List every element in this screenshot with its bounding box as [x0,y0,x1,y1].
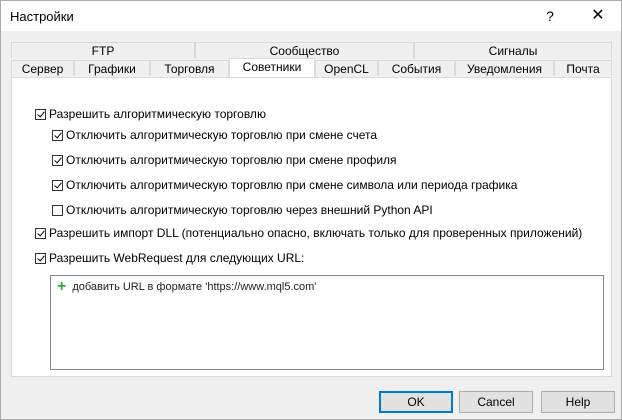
tab-expert-advisors[interactable]: Советники [229,58,315,77]
tab-ftp[interactable]: FTP [11,42,195,58]
help-icon[interactable]: ? [527,1,573,31]
option-allow-webrequest[interactable]: Разрешить WebRequest для следующих URL: [35,250,304,266]
checkbox-disable-via-python-api[interactable] [52,204,63,216]
tab-server[interactable]: Сервер [11,60,74,76]
tab-opencl[interactable]: OpenCL [315,60,378,76]
option-label: Разрешить алгоритмическую торговлю [49,107,266,121]
tab-charts[interactable]: Графики [74,60,150,76]
tab-row-top: FTP Сообщество Сигналы [11,42,612,59]
tab-community[interactable]: Сообщество [195,42,414,58]
option-allow-dll-import[interactable]: Разрешить импорт DLL (потенциально опасн… [35,225,582,241]
checkbox-allow-dll-import[interactable] [35,227,46,239]
checkbox-disable-on-account-change[interactable] [52,129,63,141]
option-label: Отключить алгоритмическую торговлю при с… [66,128,378,142]
tab-row-bottom: Сервер Графики Торговля Советники OpenCL… [11,58,612,77]
plus-icon: + [57,278,67,295]
checkbox-allow-webrequest[interactable] [35,252,46,264]
checkbox-disable-on-symbol-change[interactable] [52,179,63,191]
title-bar: Настройки ? ✕ [1,1,621,31]
add-url-label: добавить URL в формате 'https://www.mql5… [72,281,317,293]
option-disable-via-python-api[interactable]: Отключить алгоритмическую торговлю через… [52,202,433,218]
option-disable-on-account-change[interactable]: Отключить алгоритмическую торговлю при с… [52,127,377,143]
window-title: Настройки [10,9,74,24]
tab-email[interactable]: Почта [554,60,612,76]
ok-button[interactable]: OK [379,391,453,413]
tab-trade[interactable]: Торговля [150,60,229,76]
help-button[interactable]: Help [541,391,615,413]
webrequest-url-list[interactable]: + добавить URL в формате 'https://www.mq… [50,275,604,370]
option-label: Разрешить WebRequest для следующих URL: [49,251,305,265]
tab-notifications[interactable]: Уведомления [455,60,554,76]
tab-signals[interactable]: Сигналы [414,42,612,58]
option-label: Отключить алгоритмическую торговлю через… [66,203,433,217]
close-icon[interactable]: ✕ [575,1,621,31]
checkbox-allow-algo-trading[interactable] [35,108,46,120]
option-label: Разрешить импорт DLL (потенциально опасн… [49,226,583,240]
settings-dialog: Настройки ? ✕ FTP Сообщество Сигналы Сер… [0,0,622,420]
option-allow-algo-trading[interactable]: Разрешить алгоритмическую торговлю [35,106,266,122]
option-label: Отключить алгоритмическую торговлю при с… [66,178,518,192]
checkbox-disable-on-profile-change[interactable] [52,154,63,166]
option-label: Отключить алгоритмическую торговлю при с… [66,153,397,167]
tab-events[interactable]: События [378,60,455,76]
option-disable-on-symbol-change[interactable]: Отключить алгоритмическую торговлю при с… [52,177,517,193]
cancel-button[interactable]: Cancel [459,391,533,413]
expert-advisors-panel: Разрешить алгоритмическую торговлю Отклю… [11,77,612,377]
option-disable-on-profile-change[interactable]: Отключить алгоритмическую торговлю при с… [52,152,397,168]
add-url-item[interactable]: + добавить URL в формате 'https://www.mq… [57,278,317,295]
